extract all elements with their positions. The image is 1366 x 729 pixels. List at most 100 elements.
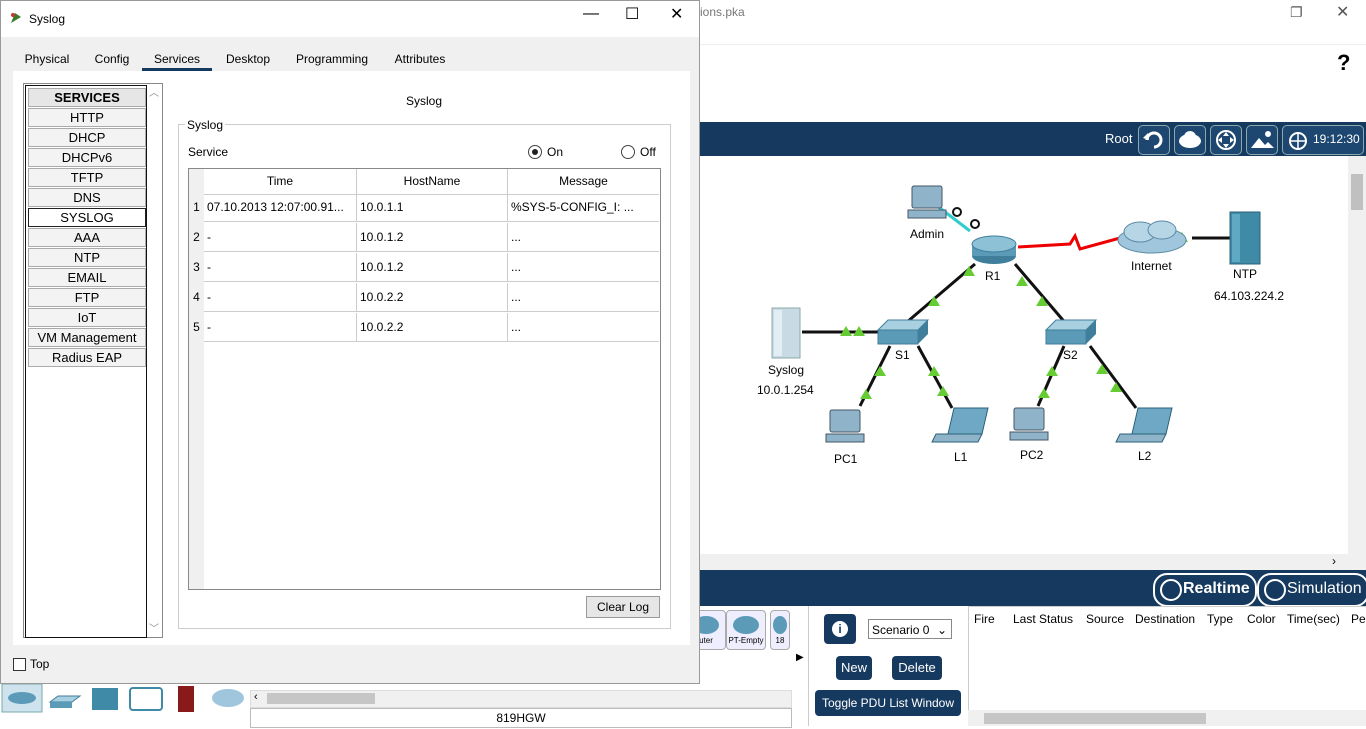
node-label-syslog-ip: 10.0.1.254 bbox=[757, 383, 814, 397]
info-button[interactable]: i bbox=[824, 614, 856, 644]
expand-arrow-icon[interactable]: ▶ bbox=[796, 652, 804, 663]
table-row[interactable]: 3 - 10.0.1.2 ... bbox=[189, 253, 660, 283]
delete-scenario-button[interactable]: Delete bbox=[892, 656, 942, 680]
clear-log-button[interactable]: Clear Log bbox=[586, 596, 660, 618]
pc2-icon bbox=[1009, 407, 1049, 441]
switch-s1-icon bbox=[876, 319, 930, 345]
node-label-ntp: NTP bbox=[1233, 267, 1257, 281]
device-list-scrollbar[interactable]: ‹ bbox=[250, 690, 792, 708]
topology-canvas[interactable]: Admin R1 Internet NTP 64.103.224.2 Syslo… bbox=[700, 156, 1348, 554]
pdu-header-last-status[interactable]: Last Status bbox=[1013, 612, 1073, 626]
switch-s2-icon bbox=[1044, 319, 1098, 345]
node-label-s2: S2 bbox=[1063, 348, 1078, 362]
packet-tracer-app-icon bbox=[11, 13, 21, 23]
row-number: 4 bbox=[193, 290, 200, 304]
services-list: SERVICES HTTP DHCP DHCPv6 TFTP DNS SYSLO… bbox=[23, 83, 163, 638]
canvas-horizontal-scrollbar[interactable]: › bbox=[700, 554, 1366, 570]
pdu-header-periodic[interactable]: Pe bbox=[1351, 612, 1366, 626]
tab-config[interactable]: Config bbox=[85, 47, 139, 71]
service-aaa[interactable]: AAA bbox=[28, 228, 146, 247]
top-label: Top bbox=[30, 657, 50, 671]
root-label[interactable]: Root bbox=[1105, 131, 1132, 146]
cell-message: ... bbox=[508, 253, 659, 282]
pdu-header-time[interactable]: Time(sec) bbox=[1287, 612, 1340, 626]
node-label-admin: Admin bbox=[910, 227, 945, 241]
cell-time: - bbox=[204, 253, 357, 282]
row-number: 2 bbox=[193, 230, 200, 244]
scenario-select[interactable]: Scenario 0 ⌄ bbox=[868, 619, 952, 639]
pdu-header-type[interactable]: Type bbox=[1207, 612, 1233, 626]
service-tftp[interactable]: TFTP bbox=[28, 168, 146, 187]
tab-desktop[interactable]: Desktop bbox=[217, 47, 279, 71]
tab-attributes[interactable]: Attributes bbox=[385, 47, 455, 71]
device-subtype-label: PT-Empty bbox=[728, 636, 764, 645]
tab-physical[interactable]: Physical bbox=[13, 47, 81, 71]
column-header-message[interactable]: Message bbox=[508, 169, 659, 195]
services-list-scrollbar[interactable]: ︿ ﹀ bbox=[147, 84, 161, 635]
help-icon[interactable]: ? bbox=[1337, 50, 1350, 76]
scrollbar-thumb[interactable] bbox=[267, 693, 375, 704]
close-icon[interactable]: ✕ bbox=[1336, 2, 1349, 22]
close-icon[interactable]: ✕ bbox=[670, 4, 683, 24]
device-subtype-18[interactable]: 18 bbox=[770, 610, 790, 650]
scrollbar-thumb[interactable] bbox=[984, 713, 1206, 724]
maximize-icon[interactable]: ☐ bbox=[625, 4, 639, 24]
back-icon[interactable] bbox=[1138, 125, 1170, 155]
window-title: Syslog bbox=[29, 12, 66, 26]
service-on-radio[interactable] bbox=[528, 145, 542, 159]
background-image-icon[interactable] bbox=[1246, 125, 1278, 155]
window-titlebar[interactable]: Syslog — ☐ ✕ bbox=[1, 1, 699, 37]
service-dns[interactable]: DNS bbox=[28, 188, 146, 207]
link-r1-internet bbox=[1017, 232, 1121, 251]
pdu-header-source[interactable]: Source bbox=[1086, 612, 1124, 626]
device-subtype-pt-empty[interactable]: PT-Empty bbox=[726, 610, 766, 650]
laptop-l2-icon bbox=[1115, 407, 1173, 443]
pdu-header-color[interactable]: Color bbox=[1247, 612, 1276, 626]
service-http[interactable]: HTTP bbox=[28, 108, 146, 127]
table-row[interactable]: 1 07.10.2013 12:07:00.91... 10.0.1.1 %SY… bbox=[189, 193, 660, 223]
move-icon[interactable] bbox=[1210, 125, 1242, 155]
ntp-server-icon bbox=[1229, 211, 1261, 265]
clock-time: 19:12:30 bbox=[1313, 132, 1360, 146]
service-ftp[interactable]: FTP bbox=[28, 288, 146, 307]
minimize-icon[interactable]: — bbox=[583, 5, 599, 23]
simulation-button[interactable]: Simulation bbox=[1257, 573, 1366, 607]
service-radius-eap[interactable]: Radius EAP bbox=[28, 348, 146, 367]
service-dhcpv6[interactable]: DHCPv6 bbox=[28, 148, 146, 167]
cell-message: %SYS-5-CONFIG_I: ... bbox=[508, 193, 659, 222]
cloud-add-icon[interactable] bbox=[1174, 125, 1206, 155]
column-header-time[interactable]: Time bbox=[204, 169, 357, 195]
device-category-icons bbox=[1, 683, 244, 713]
service-iot[interactable]: IoT bbox=[28, 308, 146, 327]
table-row[interactable]: 2 - 10.0.1.2 ... bbox=[189, 223, 660, 253]
service-dhcp[interactable]: DHCP bbox=[28, 128, 146, 147]
new-scenario-button[interactable]: New bbox=[836, 656, 872, 680]
top-checkbox[interactable] bbox=[13, 658, 26, 671]
pc1-icon bbox=[825, 409, 865, 443]
service-ntp[interactable]: NTP bbox=[28, 248, 146, 267]
pdu-header-fire[interactable]: Fire bbox=[974, 612, 995, 626]
table-row[interactable]: 5 - 10.0.2.2 ... bbox=[189, 313, 660, 343]
tab-programming[interactable]: Programming bbox=[287, 47, 377, 71]
scroll-up-icon[interactable]: ︿ bbox=[149, 84, 159, 99]
table-row[interactable]: 4 - 10.0.2.2 ... bbox=[189, 283, 660, 313]
pdu-header-destination[interactable]: Destination bbox=[1135, 612, 1195, 626]
service-vm-management[interactable]: VM Management bbox=[28, 328, 146, 347]
node-label-pc1: PC1 bbox=[834, 452, 858, 466]
service-syslog[interactable]: SYSLOG bbox=[28, 208, 146, 227]
column-header-hostname[interactable]: HostName bbox=[357, 169, 508, 195]
tab-services[interactable]: Services bbox=[142, 47, 212, 71]
info-icon: i bbox=[832, 621, 848, 637]
scroll-down-icon[interactable]: ﹀ bbox=[149, 620, 159, 635]
canvas-vertical-scrollbar[interactable] bbox=[1348, 156, 1366, 554]
scroll-left-icon[interactable]: ‹ bbox=[254, 691, 258, 703]
pdu-horizontal-scrollbar[interactable] bbox=[968, 710, 1366, 726]
restore-icon[interactable]: ❐ bbox=[1290, 4, 1303, 21]
scrollbar-thumb[interactable] bbox=[1351, 174, 1363, 210]
service-email[interactable]: EMAIL bbox=[28, 268, 146, 287]
toggle-pdu-list-button[interactable]: Toggle PDU List Window bbox=[815, 690, 961, 716]
service-off-radio[interactable] bbox=[621, 145, 635, 159]
services-header: SERVICES bbox=[28, 88, 146, 107]
realtime-button[interactable]: Realtime bbox=[1153, 573, 1257, 607]
scroll-right-icon[interactable]: › bbox=[1332, 554, 1336, 568]
